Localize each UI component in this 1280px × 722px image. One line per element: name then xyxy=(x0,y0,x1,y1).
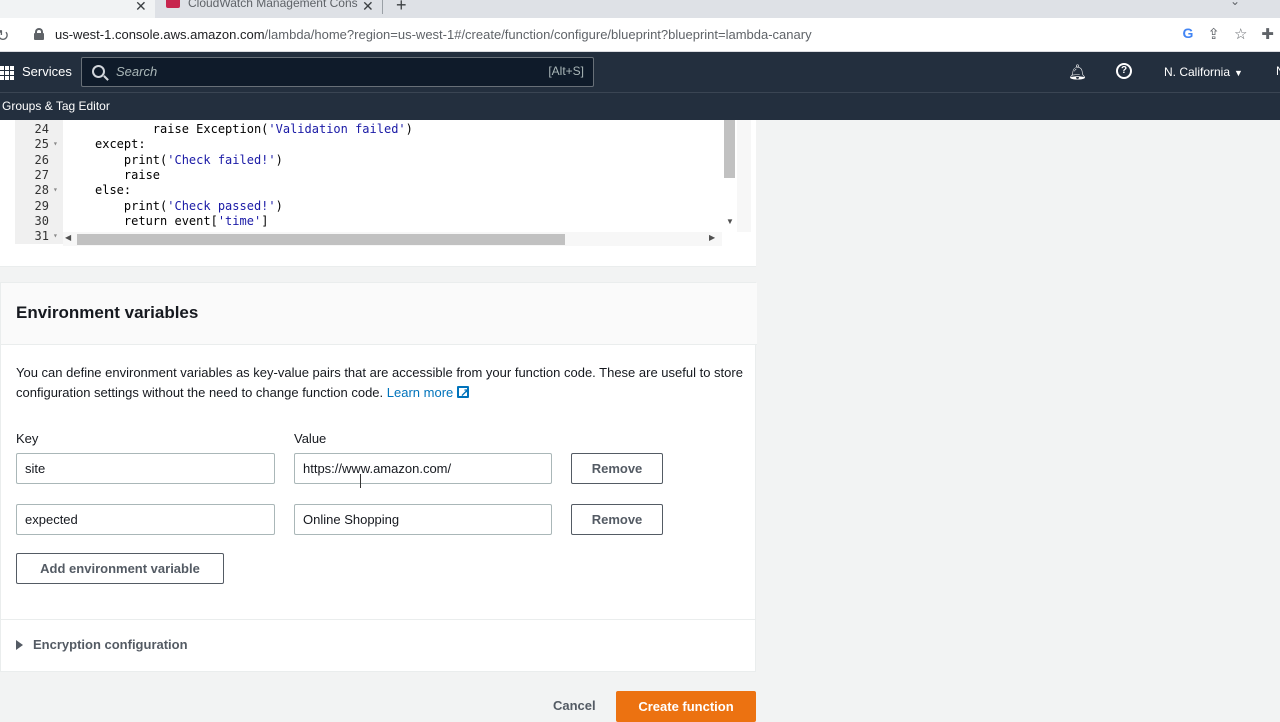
code-text: except: xyxy=(95,137,146,152)
line-number: 29 xyxy=(34,198,49,213)
panel-title: Environment variables xyxy=(16,303,199,322)
address-bar: ↻ us-west-1.console.aws.amazon.com/lambd… xyxy=(0,18,1280,52)
learn-more-label: Learn more xyxy=(386,385,454,400)
code-text: else: xyxy=(95,183,132,198)
line-number: 31 xyxy=(34,229,49,244)
new-tab-icon[interactable]: + xyxy=(396,0,407,16)
search-placeholder: Search xyxy=(116,64,158,79)
add-environment-variable-button[interactable]: Add environment variable xyxy=(16,553,224,584)
create-function-button[interactable]: Create function xyxy=(616,691,756,722)
close-icon[interactable]: ✕ xyxy=(362,0,374,15)
value-column-label: Value xyxy=(294,431,327,446)
close-icon[interactable]: ✕ xyxy=(135,0,147,15)
env-key-input[interactable]: site xyxy=(16,453,275,484)
browser-tab-active[interactable]: ✕ xyxy=(0,0,155,18)
fold-toggle-icon[interactable]: ▾ xyxy=(53,231,58,240)
vertical-scrollbar[interactable] xyxy=(737,120,751,232)
cancel-button[interactable]: Cancel xyxy=(553,698,596,713)
fold-toggle-icon[interactable]: ▾ xyxy=(53,139,58,148)
reload-icon[interactable]: ↻ xyxy=(0,26,9,46)
code-line: 27 raise xyxy=(15,168,737,183)
browser-tab-cloudwatch[interactable]: CloudWatch Management Conso ✕ xyxy=(160,0,380,18)
remove-button[interactable]: Remove xyxy=(571,453,663,484)
description-text: You can define environment variables as … xyxy=(16,365,743,400)
caret-right-icon xyxy=(16,640,23,650)
scroll-right-icon[interactable]: ▶ xyxy=(709,233,715,242)
share-icon[interactable]: ⇪ xyxy=(1207,25,1220,43)
text-cursor-icon xyxy=(360,474,362,488)
caret-down-icon: ▼ xyxy=(1234,68,1243,78)
line-number: 27 xyxy=(34,167,49,182)
horizontal-scrollbar-thumb[interactable] xyxy=(77,234,565,245)
code-line: 29 print('Check passed!') xyxy=(15,199,737,214)
lock-icon[interactable] xyxy=(34,28,44,40)
key-column-label: Key xyxy=(16,431,39,446)
vertical-scrollbar-thumb[interactable] xyxy=(724,120,735,178)
line-number: 30 xyxy=(34,213,49,228)
code-text: raise Exception('Validation failed') xyxy=(95,122,413,136)
search-icon xyxy=(92,65,105,78)
fold-toggle-icon[interactable]: ▾ xyxy=(53,185,58,194)
help-icon[interactable]: ? xyxy=(1116,63,1132,79)
tab-title: CloudWatch Management Conso xyxy=(188,0,358,10)
code-line: 25 ▾ except: xyxy=(15,137,737,152)
env-value-input[interactable]: Online Shopping xyxy=(294,504,552,535)
encryption-label: Encryption configuration xyxy=(33,637,188,652)
browser-tabstrip: ✕ CloudWatch Management Conso ✕ + ⌄ xyxy=(0,0,1280,18)
scroll-down-icon[interactable]: ▼ xyxy=(726,217,734,226)
code-line: 28 ▾ else: xyxy=(15,183,737,198)
search-shortcut-hint: [Alt+S] xyxy=(548,64,584,78)
services-menu[interactable]: Services xyxy=(22,64,72,79)
account-menu-partial[interactable]: N xyxy=(1276,64,1280,78)
services-grid-icon[interactable] xyxy=(0,66,14,80)
remove-button[interactable]: Remove xyxy=(571,504,663,535)
encryption-configuration-toggle[interactable]: Encryption configuration xyxy=(16,637,188,652)
google-icon[interactable]: G xyxy=(1183,25,1194,43)
line-number: 24 xyxy=(34,122,49,136)
favorites-bar: e Groups & Tag Editor xyxy=(0,92,1280,120)
notifications-bell-icon[interactable]: 🔔︎ xyxy=(1068,63,1087,81)
cloudwatch-favicon-icon xyxy=(166,0,180,8)
region-label: N. California xyxy=(1164,65,1231,79)
scroll-left-icon[interactable]: ◀ xyxy=(65,233,71,242)
search-input[interactable]: Search [Alt+S] xyxy=(81,57,594,87)
code-source-panel: 24 raise Exception('Validation failed') 2… xyxy=(0,120,756,267)
panel-description: You can define environment variables as … xyxy=(16,363,746,403)
divider xyxy=(1,619,755,620)
line-number: 28 xyxy=(34,183,49,198)
code-line: 30 return event['time'] xyxy=(15,214,737,229)
code-text: raise xyxy=(95,167,161,182)
panel-header: Environment variables xyxy=(1,283,757,345)
bookmark-star-icon[interactable]: ☆ xyxy=(1234,25,1247,43)
code-line: 26 print('Check failed!') xyxy=(15,153,737,168)
extensions-icon[interactable]: ✚ xyxy=(1261,25,1274,43)
code-text: return event['time'] xyxy=(95,213,269,228)
code-line: 24 raise Exception('Validation failed') xyxy=(15,122,737,137)
region-selector[interactable]: N. California ▼ xyxy=(1164,65,1243,79)
line-number: 26 xyxy=(34,152,49,167)
favorite-resource-groups[interactable]: e Groups & Tag Editor xyxy=(0,99,110,113)
code-text: print('Check passed!') xyxy=(95,198,283,213)
env-value-input[interactable]: https://www.amazon.com/ xyxy=(294,453,552,484)
code-text: print('Check failed!') xyxy=(95,152,283,167)
tab-separator xyxy=(382,0,383,14)
code-editor[interactable]: 24 raise Exception('Validation failed') 2… xyxy=(15,120,737,244)
url-field[interactable]: us-west-1.console.aws.amazon.com/lambda/… xyxy=(55,27,812,42)
url-path: /lambda/home?region=us-west-1#/create/fu… xyxy=(264,27,812,42)
line-number: 25 xyxy=(34,137,49,152)
aws-top-nav: Services Search [Alt+S] 🔔︎ ? N. Californ… xyxy=(0,52,1280,92)
url-host: us-west-1.console.aws.amazon.com xyxy=(55,27,265,42)
external-link-icon xyxy=(457,383,469,403)
tab-search-icon[interactable]: ⌄ xyxy=(1230,0,1240,8)
learn-more-link[interactable]: Learn more xyxy=(386,383,470,403)
env-key-input[interactable]: expected xyxy=(16,504,275,535)
environment-variables-panel: Environment variables You can define env… xyxy=(0,282,757,672)
address-bar-actions: G ⇪ ☆ ✚ xyxy=(1183,25,1275,43)
